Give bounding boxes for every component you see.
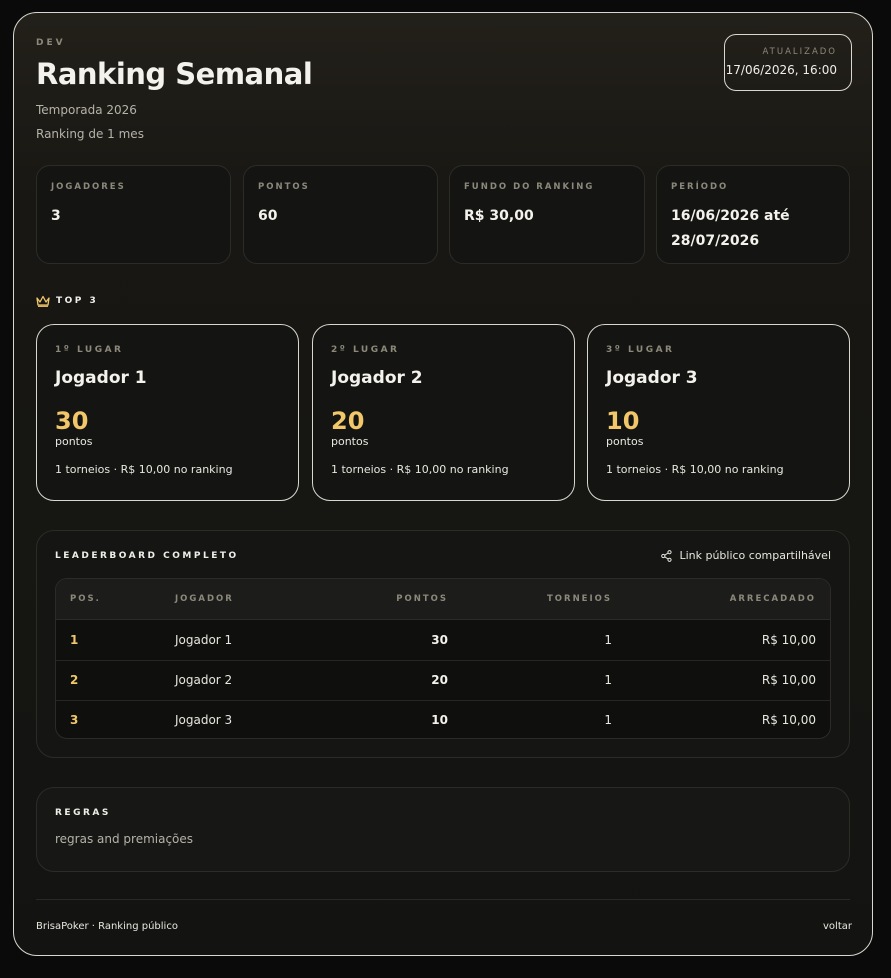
podium-meta: 1 torneios · R$ 10,00 no ranking xyxy=(55,463,233,476)
podium-card-second: 2º LUGAR Jogador 2 20 pontos 1 torneios … xyxy=(312,324,575,501)
cell-points: 20 xyxy=(431,673,448,687)
period-end: 28/07/2026 xyxy=(671,233,760,249)
stat-card-points: PONTOS 60 xyxy=(243,165,438,264)
cell-points: 10 xyxy=(431,713,448,727)
podium-player-name: Jogador 1 xyxy=(55,368,147,388)
rules-panel: REGRAS regras and premiações xyxy=(36,787,850,872)
podium-player-name: Jogador 3 xyxy=(606,368,698,388)
share-link[interactable]: Link público compartilhável xyxy=(661,549,831,562)
updated-badge: ATUALIZADO 17/06/2026, 16:00 xyxy=(724,34,852,91)
cell-tournaments: 1 xyxy=(604,713,612,727)
cell-pos: 1 xyxy=(70,633,79,647)
cell-player: Jogador 2 xyxy=(175,673,233,687)
cell-tournaments: 1 xyxy=(604,673,612,687)
crown-icon xyxy=(36,295,50,307)
stat-value: R$ 30,00 xyxy=(464,208,534,224)
ranking-duration: Ranking de 1 mes xyxy=(36,127,144,141)
podium-points-label: pontos xyxy=(606,435,644,448)
updated-label: ATUALIZADO xyxy=(762,47,837,57)
leaderboard-title: LEADERBOARD COMPLETO xyxy=(55,551,239,561)
podium-points: 10 xyxy=(606,407,640,435)
stat-card-players: JOGADORES 3 xyxy=(36,165,231,264)
cell-tournaments: 1 xyxy=(604,633,612,647)
footer-brand: BrisaPoker · Ranking público xyxy=(36,921,178,932)
column-header-player: JOGADOR xyxy=(175,594,234,604)
podium-card-third: 3º LUGAR Jogador 3 10 pontos 1 torneios … xyxy=(587,324,850,501)
period-start: 16/06/2026 até xyxy=(671,208,790,224)
eyebrow-label: DEV xyxy=(36,38,66,48)
share-icon xyxy=(661,549,673,562)
column-header-points: PONTOS xyxy=(396,594,448,604)
cell-points: 30 xyxy=(431,633,448,647)
updated-value: 17/06/2026, 16:00 xyxy=(725,63,837,77)
column-header-collected: ARRECADADO xyxy=(729,594,816,604)
podium-player-name: Jogador 2 xyxy=(331,368,423,388)
cell-collected: R$ 10,00 xyxy=(761,673,816,687)
back-link[interactable]: voltar xyxy=(823,921,852,932)
stat-label: JOGADORES xyxy=(51,182,126,192)
top3-label: TOP 3 xyxy=(56,296,99,306)
stat-value: 60 xyxy=(258,208,278,224)
podium-place: 1º LUGAR xyxy=(55,345,124,355)
column-header-tournaments: TORNEIOS xyxy=(547,594,612,604)
stat-label: PONTOS xyxy=(258,182,310,192)
podium-points: 30 xyxy=(55,407,89,435)
podium-meta: 1 torneios · R$ 10,00 no ranking xyxy=(606,463,784,476)
stat-label: PERÍODO xyxy=(671,182,729,192)
ranking-page: DEV Ranking Semanal Temporada 2026 Ranki… xyxy=(13,12,873,956)
podium-points: 20 xyxy=(331,407,365,435)
cell-pos: 3 xyxy=(70,713,79,727)
rules-text: regras and premiações xyxy=(55,832,194,846)
rules-label: REGRAS xyxy=(55,808,111,818)
stat-card-period: PERÍODO 16/06/2026 até 28/07/2026 xyxy=(656,165,850,264)
stat-value: 3 xyxy=(51,208,61,224)
season-subtitle: Temporada 2026 xyxy=(36,103,137,117)
table-row: 1 Jogador 1 30 1 R$ 10,00 xyxy=(56,620,830,661)
cell-player: Jogador 3 xyxy=(175,713,233,727)
cell-player: Jogador 1 xyxy=(175,633,233,647)
stat-label: FUNDO DO RANKING xyxy=(464,182,595,192)
leaderboard-table: POS. JOGADOR PONTOS TORNEIOS ARRECADADO … xyxy=(55,578,831,739)
footer-divider xyxy=(36,899,850,900)
podium-points-label: pontos xyxy=(55,435,93,448)
column-header-pos: POS. xyxy=(70,594,101,604)
podium-meta: 1 torneios · R$ 10,00 no ranking xyxy=(331,463,509,476)
table-row: 3 Jogador 3 10 1 R$ 10,00 xyxy=(56,700,830,738)
podium-place: 3º LUGAR xyxy=(606,345,675,355)
cell-pos: 2 xyxy=(70,673,79,687)
cell-collected: R$ 10,00 xyxy=(761,633,816,647)
leaderboard-panel: LEADERBOARD COMPLETO Link público compar… xyxy=(36,530,850,758)
top3-heading: TOP 3 xyxy=(36,295,98,307)
share-link-label: Link público compartilhável xyxy=(679,549,831,562)
table-row: 2 Jogador 2 20 1 R$ 10,00 xyxy=(56,660,830,701)
page-title: Ranking Semanal xyxy=(36,57,313,91)
cell-collected: R$ 10,00 xyxy=(761,713,816,727)
podium-points-label: pontos xyxy=(331,435,369,448)
stat-card-fund: FUNDO DO RANKING R$ 30,00 xyxy=(449,165,645,264)
stat-value: 16/06/2026 até 28/07/2026 xyxy=(671,204,835,254)
table-header: POS. JOGADOR PONTOS TORNEIOS ARRECADADO xyxy=(56,579,830,620)
podium-card-first: 1º LUGAR Jogador 1 30 pontos 1 torneios … xyxy=(36,324,299,501)
podium-place: 2º LUGAR xyxy=(331,345,400,355)
